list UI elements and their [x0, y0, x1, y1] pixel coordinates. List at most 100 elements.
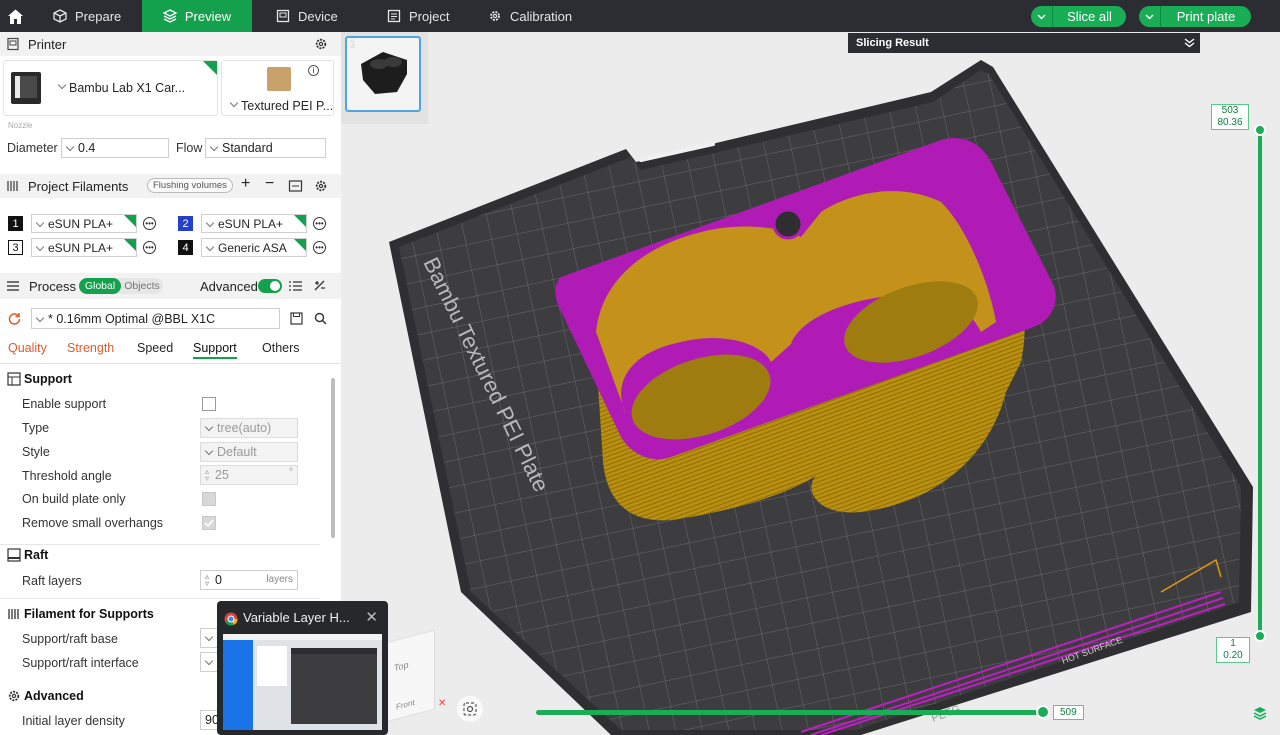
threshold-angle-value: 25	[215, 468, 229, 482]
support-base-label: Support/raft base	[22, 632, 118, 646]
horizontal-move-handle[interactable]	[1036, 705, 1050, 719]
view-cube-top-label: Top	[394, 659, 409, 674]
browser-preview-popup[interactable]: Variable Layer H... ✕	[217, 601, 388, 735]
settings-gear-icon[interactable]	[314, 37, 328, 51]
filaments-section-title: Project Filaments	[28, 178, 129, 194]
tab-support[interactable]: Support	[193, 341, 237, 359]
filament-select-2[interactable]: eSUN PLA+	[201, 214, 307, 233]
remove-small-overhangs-checkbox[interactable]	[202, 516, 216, 530]
slice-all-button[interactable]: Slice all	[1031, 6, 1126, 27]
more-options-icon[interactable]: •••	[313, 241, 326, 254]
3d-preview-viewport[interactable]: 1 Slicing Result Bambu Textured PEI Plat…	[341, 32, 1280, 735]
filament-settings-icon[interactable]	[314, 179, 328, 193]
diameter-label: Diameter	[7, 141, 58, 155]
bottom-layer-handle[interactable]	[1254, 630, 1266, 642]
bottom-layer-number: 1	[1230, 638, 1236, 649]
chevron-down-icon	[58, 82, 66, 90]
top-layer-handle[interactable]	[1254, 124, 1266, 136]
print-plate-button[interactable]: Print plate	[1139, 6, 1251, 27]
home-button[interactable]	[0, 0, 30, 32]
printer-selector[interactable]: Bambu Lab X1 Car...	[3, 60, 218, 116]
global-objects-toggle[interactable]: Global Objects	[79, 278, 163, 294]
advanced-toggle[interactable]	[258, 279, 282, 293]
nozzle-label: Nozzle	[8, 121, 33, 130]
build-plate-only-checkbox[interactable]	[202, 492, 216, 506]
tab-strength[interactable]: Strength	[67, 341, 114, 355]
chevron-down-icon	[206, 220, 214, 228]
printer-icon	[7, 37, 19, 51]
view-cube-front-label: Front	[396, 697, 415, 712]
tab-device[interactable]: Device	[276, 0, 366, 32]
chevron-down-icon[interactable]	[1139, 6, 1161, 27]
filament-supports-icon	[8, 609, 19, 619]
filament-icon	[7, 181, 18, 191]
filament-select-4[interactable]: Generic ASA	[201, 238, 307, 257]
more-options-icon[interactable]: •••	[313, 217, 326, 230]
more-options-icon[interactable]: •••	[143, 241, 156, 254]
build-plate-scene: Bambu Textured PEI Plate HOT SURFACE PET…	[389, 60, 1253, 735]
process-icon	[7, 281, 19, 291]
tab-project[interactable]: Project	[387, 0, 477, 32]
view-cube[interactable]: Top Front	[385, 629, 435, 723]
page-thumbnail[interactable]	[223, 634, 382, 730]
search-icon[interactable]	[314, 312, 327, 325]
diameter-select[interactable]: 0.4	[61, 138, 169, 158]
top-toolbar: Prepare Preview Device Project Calibrati…	[0, 0, 1280, 32]
tab-label: Device	[298, 8, 338, 24]
chevron-down-icon	[206, 244, 214, 252]
list-icon[interactable]	[289, 280, 302, 292]
support-interface-label: Support/raft interface	[22, 656, 139, 670]
flow-select[interactable]: Standard	[205, 138, 326, 158]
tab-prepare[interactable]: Prepare	[53, 0, 141, 32]
sidebar-scrollbar[interactable]	[331, 378, 335, 538]
filament-select-3[interactable]: eSUN PLA+	[31, 238, 137, 257]
view-reset-button[interactable]	[457, 696, 483, 722]
raft-layers-spinner[interactable]: ▵ ▿ 0 layers	[200, 570, 298, 590]
save-icon[interactable]	[290, 312, 303, 325]
plate-type-selector[interactable]: i Textured PEI P...	[221, 60, 334, 116]
tab-preview[interactable]: Preview	[142, 0, 252, 32]
filament-name: eSUN PLA+	[48, 240, 114, 255]
tab-calibration[interactable]: Calibration	[488, 0, 598, 32]
bottom-layer-height: 0.20	[1223, 650, 1243, 661]
support-style-select[interactable]: Default	[200, 442, 298, 462]
horizontal-move-slider-track[interactable]	[536, 710, 1044, 715]
process-preset-value: * 0.16mm Optimal @BBL X1C	[48, 311, 216, 326]
spinner-arrows-icon[interactable]: ▵ ▿	[205, 573, 209, 588]
enable-support-checkbox[interactable]	[202, 397, 216, 411]
horizontal-move-value: 509	[1053, 705, 1084, 720]
layers-stack-icon[interactable]	[1253, 706, 1267, 720]
chrome-icon	[224, 612, 238, 626]
sync-icon[interactable]	[288, 179, 303, 193]
add-filament-icon[interactable]: +	[241, 175, 250, 193]
close-icon[interactable]: ✕	[365, 608, 378, 626]
chevron-down-icon	[205, 658, 213, 666]
tab-others[interactable]: Others	[262, 341, 300, 355]
more-options-icon[interactable]: •••	[143, 217, 156, 230]
degree-unit: °	[289, 467, 293, 478]
chevron-down-icon[interactable]	[1031, 6, 1053, 27]
tab-speed[interactable]: Speed	[137, 341, 173, 355]
objects-option[interactable]: Objects	[121, 278, 163, 294]
reset-icon[interactable]	[8, 312, 21, 325]
selected-corner-mark	[203, 61, 217, 75]
top-layer-height: 80.36	[1217, 117, 1243, 128]
vertical-layer-slider-track[interactable]	[1258, 130, 1262, 635]
support-type-label: Type	[22, 421, 50, 435]
filament-number: 4	[178, 240, 193, 255]
global-option[interactable]: Global	[79, 278, 121, 294]
gear-icon	[490, 11, 500, 21]
compare-icon[interactable]	[313, 279, 326, 292]
remove-filament-icon[interactable]: −	[265, 175, 274, 193]
spinner-arrows-icon[interactable]: ▵ ▿	[205, 468, 209, 483]
threshold-angle-spinner[interactable]: ▵ ▿ 25 °	[200, 465, 298, 485]
printer-section-header: Printer	[0, 32, 341, 56]
tab-quality[interactable]: Quality	[8, 341, 47, 355]
support-type-select[interactable]: tree(auto)	[200, 418, 298, 438]
raft-group-title: Raft	[24, 548, 49, 562]
process-preset-select[interactable]: * 0.16mm Optimal @BBL X1C	[31, 308, 280, 329]
filament-number: 3	[8, 240, 23, 255]
filament-select-1[interactable]: eSUN PLA+	[31, 214, 137, 233]
flushing-volumes-button[interactable]: Flushing volumes	[147, 178, 233, 193]
info-icon[interactable]: i	[308, 65, 319, 76]
